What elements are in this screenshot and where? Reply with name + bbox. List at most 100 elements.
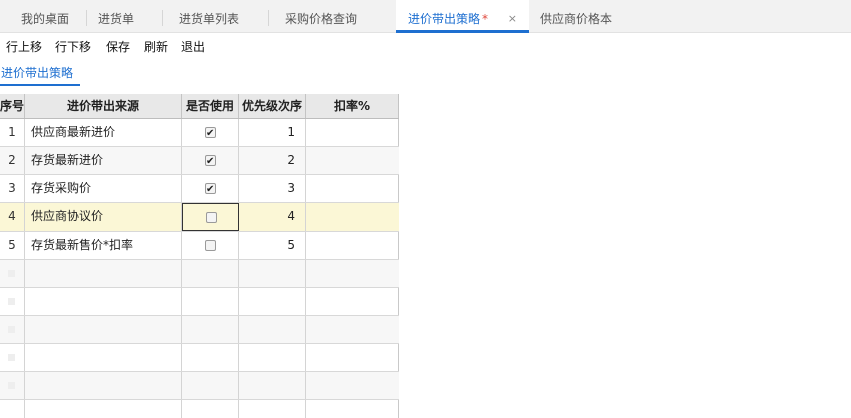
priority-cell xyxy=(239,260,306,287)
in-use-checkbox[interactable] xyxy=(205,177,216,202)
in-use-cell[interactable] xyxy=(182,147,239,174)
row-index xyxy=(0,344,25,371)
source-cell[interactable]: 存货最新进价 xyxy=(25,147,182,174)
rate-cell xyxy=(306,344,399,371)
priority-cell[interactable]: 5 xyxy=(239,232,306,259)
table-row[interactable]: 3 存货采购价 3 xyxy=(0,175,399,203)
in-use-cell xyxy=(182,316,239,343)
row-index xyxy=(0,260,25,287)
rate-cell xyxy=(306,288,399,315)
row-index: 4 xyxy=(0,203,25,231)
row-index xyxy=(0,288,25,315)
in-use-cell xyxy=(182,288,239,315)
row-index xyxy=(0,372,25,399)
priority-cell[interactable]: 3 xyxy=(239,175,306,202)
row-marker xyxy=(8,326,15,333)
close-icon[interactable]: × xyxy=(508,0,517,38)
in-use-cell xyxy=(182,260,239,287)
col-header-priority[interactable]: 优先级次序 xyxy=(239,94,306,118)
tab-price-strategy[interactable]: 进价带出策略 * × xyxy=(396,0,529,33)
table-row[interactable]: 2 存货最新进价 2 xyxy=(0,147,399,175)
priority-cell xyxy=(239,400,306,418)
row-index xyxy=(0,316,25,343)
in-use-checkbox[interactable] xyxy=(205,149,216,174)
row-index xyxy=(0,400,25,418)
empty-row xyxy=(0,316,399,344)
tab-label: 供应商价格本 xyxy=(540,12,613,26)
priority-cell xyxy=(239,344,306,371)
source-cell xyxy=(25,316,182,343)
source-cell[interactable]: 供应商协议价 xyxy=(25,203,182,231)
rate-cell xyxy=(306,400,399,418)
tab-label: 我的桌面 xyxy=(21,12,70,26)
table-row[interactable]: 1 供应商最新进价 1 xyxy=(0,119,399,147)
rate-cell xyxy=(306,372,399,399)
section-underline xyxy=(0,84,80,86)
tab-label: 进货单 xyxy=(98,12,135,26)
rate-cell[interactable] xyxy=(306,203,399,231)
table-row-selected[interactable]: 4 供应商协议价 4 xyxy=(0,203,399,232)
in-use-checkbox[interactable] xyxy=(205,240,216,251)
tab-purchase-order-list[interactable]: 进货单列表 xyxy=(179,0,239,33)
row-index: 3 xyxy=(0,175,25,202)
tab-purchase-order[interactable]: 进货单 xyxy=(98,0,134,33)
col-header-rate[interactable]: 扣率% xyxy=(306,94,399,118)
priority-cell xyxy=(239,372,306,399)
priority-cell[interactable]: 1 xyxy=(239,119,306,146)
tab-divider xyxy=(162,10,163,26)
priority-cell[interactable]: 2 xyxy=(239,147,306,174)
empty-row xyxy=(0,260,399,288)
tab-divider xyxy=(268,10,269,26)
priority-cell xyxy=(239,316,306,343)
rate-cell xyxy=(306,260,399,287)
rate-cell[interactable] xyxy=(306,147,399,174)
priority-cell[interactable]: 4 xyxy=(239,203,306,231)
empty-row xyxy=(0,288,399,316)
empty-row xyxy=(0,344,399,372)
row-marker xyxy=(8,354,15,361)
exit-button[interactable]: 退出 xyxy=(181,38,205,55)
move-row-up-button[interactable]: 行上移 xyxy=(6,38,42,55)
row-marker xyxy=(8,382,15,389)
table-row[interactable]: 5 存货最新售价*扣率 5 xyxy=(0,232,399,260)
in-use-checkbox[interactable] xyxy=(205,121,216,146)
source-cell[interactable]: 存货最新售价*扣率 xyxy=(25,232,182,259)
in-use-cell[interactable] xyxy=(182,119,239,146)
tab-purchase-price-query[interactable]: 采购价格查询 xyxy=(285,0,357,33)
row-marker xyxy=(8,298,15,305)
source-cell xyxy=(25,260,182,287)
tab-bar: 我的桌面 进货单 进货单列表 采购价格查询 进价带出策略 * × 供应商价格本 xyxy=(0,0,851,33)
strategy-grid: 序号 进价带出来源 是否使用 优先级次序 扣率% 1 供应商最新进价 1 2 存… xyxy=(0,94,399,418)
section-title: 进价带出策略 xyxy=(1,66,74,80)
row-index: 2 xyxy=(0,147,25,174)
empty-row xyxy=(0,400,399,418)
tab-supplier-price-book[interactable]: 供应商价格本 xyxy=(540,0,612,33)
in-use-cell xyxy=(182,400,239,418)
tab-label: 采购价格查询 xyxy=(285,12,358,26)
in-use-checkbox[interactable] xyxy=(206,212,217,223)
source-cell[interactable]: 存货采购价 xyxy=(25,175,182,202)
tab-my-desktop[interactable]: 我的桌面 xyxy=(21,0,69,33)
tab-divider xyxy=(86,10,87,26)
in-use-cell-focused[interactable] xyxy=(182,203,239,231)
unsaved-indicator: * xyxy=(482,12,489,26)
rate-cell[interactable] xyxy=(306,175,399,202)
source-cell[interactable]: 供应商最新进价 xyxy=(25,119,182,146)
in-use-cell[interactable] xyxy=(182,175,239,202)
col-header-in-use[interactable]: 是否使用 xyxy=(182,94,239,118)
rate-cell[interactable] xyxy=(306,119,399,146)
in-use-cell[interactable] xyxy=(182,232,239,259)
source-cell xyxy=(25,288,182,315)
save-button[interactable]: 保存 xyxy=(106,38,130,55)
source-cell xyxy=(25,400,182,418)
refresh-button[interactable]: 刷新 xyxy=(144,38,168,55)
rate-cell[interactable] xyxy=(306,232,399,259)
priority-cell xyxy=(239,288,306,315)
col-header-source[interactable]: 进价带出来源 xyxy=(25,94,182,118)
rate-cell xyxy=(306,316,399,343)
row-index: 5 xyxy=(0,232,25,259)
move-row-down-button[interactable]: 行下移 xyxy=(55,38,91,55)
empty-row xyxy=(0,372,399,400)
tab-label: 进货单列表 xyxy=(179,12,240,26)
source-cell xyxy=(25,372,182,399)
